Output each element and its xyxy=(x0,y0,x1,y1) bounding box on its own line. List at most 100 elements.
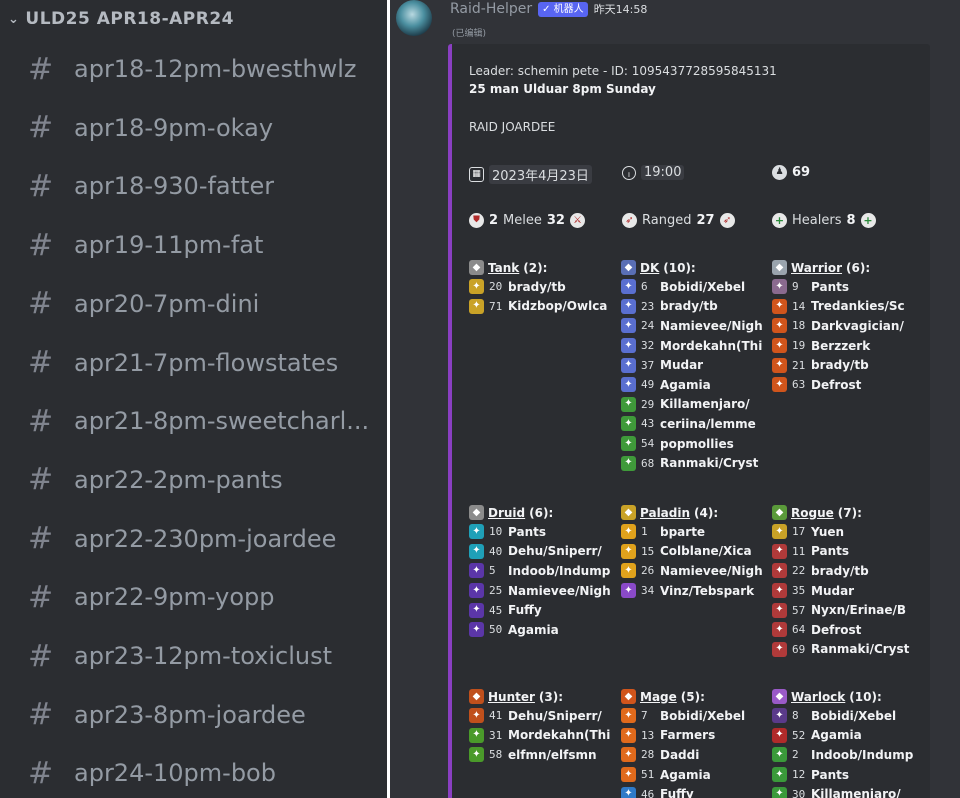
channel-item[interactable]: # apr24-10pm-bob xyxy=(28,751,380,795)
spec-icon: ✦ xyxy=(621,377,636,393)
channel-item[interactable]: # apr21-8pm-sweetcharl... xyxy=(28,399,380,443)
category-name: ULD25 APR18-APR24 xyxy=(25,9,235,29)
healers-stat: + Healers 8 + xyxy=(772,213,876,228)
spec-icon: ✦ xyxy=(621,396,636,412)
signup-row: ✦ 37 Mudar xyxy=(621,355,771,375)
plus-icon: + xyxy=(860,213,876,228)
signup-number: 58 xyxy=(489,748,503,762)
clock-icon: ╷ xyxy=(622,165,636,180)
hashtag-icon: # xyxy=(28,462,54,498)
channel-sidebar: ⌄ ULD25 APR18-APR24 # apr18-12pm-bwesthwl… xyxy=(0,0,387,798)
channel-item[interactable]: # apr18-930-fatter xyxy=(28,164,380,208)
spec-icon: ✦ xyxy=(469,747,484,763)
spec-icon: ✦ xyxy=(621,747,636,763)
class-name: Hunter xyxy=(488,689,535,704)
signup-row: ✦ 11 Pants xyxy=(772,542,922,562)
signup-row: ✦ 14 Tredankies/Sc xyxy=(772,297,922,317)
signup-row: ✦ 30 Killamenjaro/ xyxy=(772,784,922,798)
event-title: 25 man Ulduar 8pm Sunday xyxy=(469,82,656,96)
signup-number: 12 xyxy=(792,768,806,782)
spec-icon: ✦ xyxy=(469,602,484,618)
signup-row: ✦ 34 Vinz/Tebspark xyxy=(621,581,771,601)
player-name: Agamia xyxy=(660,377,711,392)
signup-number: 13 xyxy=(641,728,655,742)
signup-row: ✦ 40 Dehu/Sniperr/ xyxy=(469,542,619,562)
calendar-icon: ▦ xyxy=(469,167,484,182)
class-header: ◆ DK (10): xyxy=(621,258,771,277)
channel-name: apr21-7pm-flowstates xyxy=(74,348,339,377)
spec-icon: ✦ xyxy=(772,563,787,579)
class-header: ◆ Mage (5): xyxy=(621,687,771,706)
channel-item[interactable]: # apr20-7pm-dini xyxy=(28,282,380,326)
signup-row: ✦ 24 Namievee/Nigh xyxy=(621,316,771,336)
spec-icon: ✦ xyxy=(469,583,484,599)
signup-number: 1 xyxy=(641,525,648,539)
class-count: (7): xyxy=(837,505,862,520)
edited-label: (已编辑) xyxy=(452,29,487,39)
date-stat: ▦ 2023年4月23日 xyxy=(469,165,592,184)
class-count: (10): xyxy=(663,260,696,275)
spec-icon: ✦ xyxy=(772,543,787,559)
spec-icon: ✦ xyxy=(621,524,636,540)
channel-item[interactable]: # apr23-12pm-toxiclust xyxy=(28,634,380,678)
channel-item[interactable]: # apr23-8pm-joardee xyxy=(28,693,380,737)
class-icon: ◆ xyxy=(772,505,787,520)
channel-item[interactable]: # apr22-9pm-yopp xyxy=(28,575,380,619)
spec-icon: ✦ xyxy=(621,318,636,334)
signup-number: 2 xyxy=(792,748,799,762)
channel-item[interactable]: # apr21-7pm-flowstates xyxy=(28,341,380,385)
channel-item[interactable]: # apr22-2pm-pants xyxy=(28,458,380,502)
spec-icon: ✦ xyxy=(621,786,636,798)
class-icon: ◆ xyxy=(621,689,636,704)
username[interactable]: Raid-Helper xyxy=(450,1,532,17)
signup-number: 6 xyxy=(641,280,648,294)
signup-row: ✦ 7 Bobidi/Xebel xyxy=(621,706,771,726)
player-name: Namievee/Nigh xyxy=(508,583,611,598)
player-name: Daddi xyxy=(660,747,700,762)
bot-avatar[interactable] xyxy=(396,0,432,36)
player-name: Berzzerk xyxy=(811,338,871,353)
channel-item[interactable]: # apr18-9pm-okay xyxy=(28,106,380,150)
class-name: Druid xyxy=(488,505,526,520)
channel-name: apr19-11pm-fat xyxy=(74,231,264,260)
signup-number: 14 xyxy=(792,299,806,313)
signup-row: ✦ 1 bparte xyxy=(621,522,771,542)
signup-row: ✦ 12 Pants xyxy=(772,765,922,785)
signup-row: ✦ 57 Nyxn/Erinae/B xyxy=(772,600,922,620)
spec-icon: ✦ xyxy=(772,338,787,354)
ranged-stat: ➶ Ranged 27 ➶ xyxy=(622,213,735,228)
spec-icon: ✦ xyxy=(621,767,636,783)
channel-item[interactable]: # apr22-230pm-joardee xyxy=(28,517,380,561)
player-name: ceriina/lemme xyxy=(660,416,756,431)
bow-icon: ➶ xyxy=(622,213,637,228)
signup-row: ✦ 68 Ranmaki/Cryst xyxy=(621,453,771,473)
channel-item[interactable]: # apr19-11pm-fat xyxy=(28,223,380,267)
hashtag-icon: # xyxy=(28,403,54,439)
signup-number: 41 xyxy=(489,709,503,723)
class-column-druid: ◆ Druid (6): ✦ 10 Pants ✦ 40 Dehu/Sniperr/ ✦ 5 Indo… xyxy=(469,503,619,640)
class-count: (10): xyxy=(849,689,882,704)
spec-icon: ✦ xyxy=(772,524,787,540)
signup-row: ✦ 13 Farmers xyxy=(621,726,771,746)
channel-name: apr18-12pm-bwesthwlz xyxy=(74,55,357,83)
class-header: ◆ Druid (6): xyxy=(469,503,619,522)
spec-icon: ✦ xyxy=(469,708,484,724)
healers-label: Healers xyxy=(792,213,842,228)
channel-item[interactable]: # apr18-12pm-bwesthwlz xyxy=(28,47,380,91)
signup-row: ✦ 6 Bobidi/Xebel xyxy=(621,277,771,297)
chat-pane: Raid-Helper ✓ 机器人 昨天14:58 (已编辑) Leader: … xyxy=(390,0,960,798)
channel-name: apr23-12pm-toxiclust xyxy=(74,642,333,670)
channel-name: apr18-930-fatter xyxy=(74,172,275,201)
category-header[interactable]: ⌄ ULD25 APR18-APR24 xyxy=(8,6,234,32)
class-name: DK xyxy=(640,260,660,275)
spec-icon: ✦ xyxy=(772,641,787,657)
chevron-down-icon: ⌄ xyxy=(8,11,20,27)
signup-number: 26 xyxy=(641,564,655,578)
spec-icon: ✦ xyxy=(469,622,484,638)
class-count: (2): xyxy=(523,260,548,275)
leader-line: Leader: schemin pete - ID: 1095437728595… xyxy=(469,64,777,78)
healers-total: 8 xyxy=(846,213,856,228)
hashtag-icon: # xyxy=(28,110,54,146)
spec-icon: ✦ xyxy=(621,727,636,743)
player-name: Agamia xyxy=(660,767,711,782)
